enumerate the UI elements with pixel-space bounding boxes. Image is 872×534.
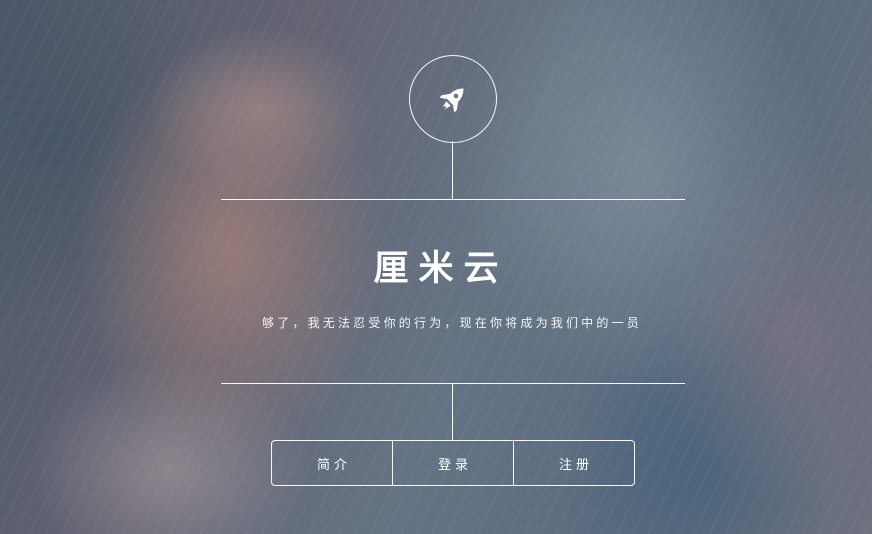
- connector-bottom: [452, 383, 453, 440]
- nav-intro-button[interactable]: 简介: [272, 441, 392, 485]
- divider-top: [221, 199, 685, 200]
- nav-login-button[interactable]: 登录: [392, 441, 513, 485]
- nav-register-button[interactable]: 注册: [513, 441, 634, 485]
- site-title: 厘米云: [373, 249, 509, 289]
- logo-badge: [409, 55, 497, 143]
- site-tagline: 够了，我无法忍受你的行为，现在你将成为我们中的一员: [261, 316, 642, 330]
- divider-bottom: [221, 383, 685, 384]
- rocket-icon: [439, 88, 464, 113]
- connector-top: [452, 141, 453, 199]
- main-nav: 简介 登录 注册: [271, 440, 635, 486]
